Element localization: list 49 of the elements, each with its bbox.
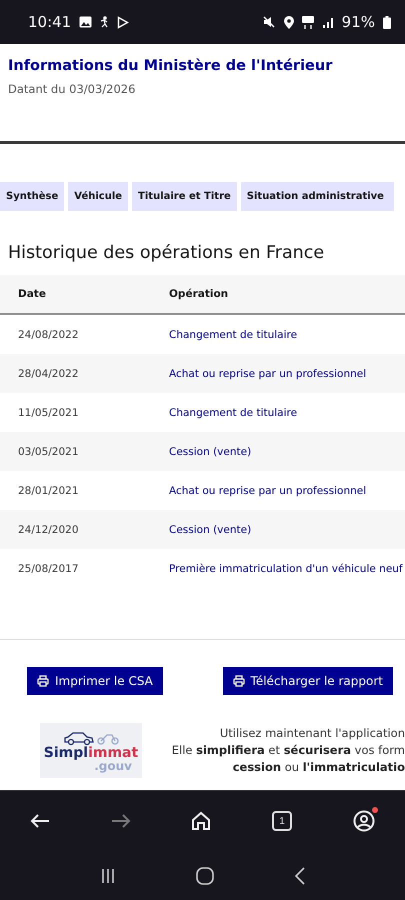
- date-text: Datant du 03/03/2026: [8, 82, 136, 96]
- table-cell: 24/08/2022: [0, 314, 151, 354]
- print-button[interactable]: Imprimer le CSA: [27, 667, 163, 695]
- page-title: Informations du Ministère de l'Intérieur: [8, 58, 334, 74]
- signal-icon: [322, 16, 334, 28]
- play-icon: [117, 16, 130, 28]
- table-cell: Changement de titulaire: [151, 393, 405, 432]
- battery-percent: 91%: [342, 13, 375, 31]
- mute-icon: [262, 16, 276, 28]
- image-icon: [79, 16, 92, 28]
- column-header: Date: [0, 275, 151, 314]
- table-cell: Achat ou reprise par un professionnel: [151, 354, 405, 393]
- column-header: Opération: [151, 275, 405, 314]
- table-cell: Première immatriculation d'un véhicule neuf: [151, 549, 405, 588]
- account-icon[interactable]: [352, 810, 375, 832]
- tab[interactable]: Situation administrative: [240, 182, 394, 211]
- app-logo: Simplimmat .gouv: [40, 723, 142, 778]
- status-time: 10:41: [28, 13, 72, 31]
- section-title: Historique des opérations en France: [8, 243, 326, 263]
- table-cell: 28/04/2022: [0, 354, 151, 393]
- tab[interactable]: Véhicule: [68, 182, 128, 211]
- recents-icon[interactable]: [100, 868, 116, 884]
- printer-icon: [37, 675, 49, 687]
- promo-text: Utilisez maintenant l'application: [218, 725, 405, 742]
- table-cell: Achat ou reprise par un professionnel: [151, 471, 405, 510]
- promo-text: Elle simplifiera et sécurisera vos form: [170, 742, 405, 759]
- table-cell: Cession (vente): [151, 510, 405, 549]
- tab[interactable]: Titulaire et Titre: [132, 182, 237, 211]
- table-cell: 28/01/2021: [0, 471, 151, 510]
- table-cell: 25/08/2017: [0, 549, 151, 588]
- printer-icon: [232, 675, 245, 687]
- home-button-icon[interactable]: [196, 867, 214, 885]
- location-icon: [284, 16, 294, 28]
- table-cell: Cession (vente): [151, 432, 405, 471]
- print-button[interactable]: Télécharger le rapport: [222, 667, 393, 695]
- table-cell: 11/05/2021: [0, 393, 151, 432]
- table-cell: Changement de titulaire: [151, 314, 405, 354]
- table-cell: 24/12/2020: [0, 510, 151, 549]
- network-icon: [302, 16, 314, 28]
- battery-icon: [383, 16, 391, 28]
- back-icon[interactable]: [30, 813, 50, 829]
- table-cell: 03/05/2021: [0, 432, 151, 471]
- home-icon[interactable]: [191, 811, 212, 831]
- figure-icon: [100, 16, 110, 28]
- back-nav-icon[interactable]: [294, 867, 305, 885]
- promo-text: cession ou l'immatriculatio: [232, 759, 405, 776]
- tabs-button[interactable]: 1: [272, 811, 292, 831]
- forward-icon[interactable]: [110, 813, 131, 829]
- tab[interactable]: Synthèse: [0, 182, 64, 211]
